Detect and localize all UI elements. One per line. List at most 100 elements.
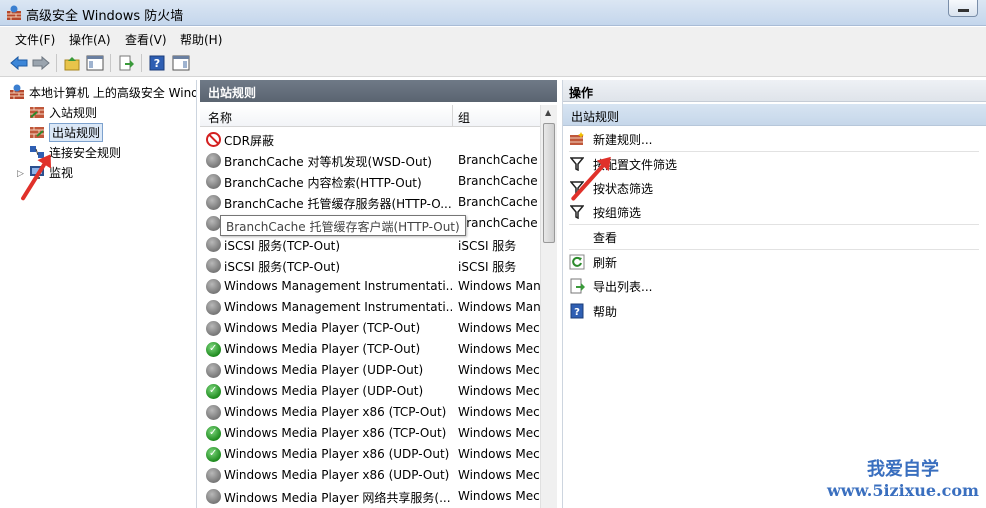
action-label: 刷新 xyxy=(593,255,618,270)
rule-group-cell: Windows Mec xyxy=(458,405,540,419)
show-action-pane-button[interactable] xyxy=(170,52,192,74)
action-export-list[interactable]: 导出列表... xyxy=(569,275,979,297)
export-list-button[interactable] xyxy=(115,52,137,74)
table-row[interactable]: BranchCache 托管缓存服务器(HTTP-O... BranchCache… xyxy=(200,192,540,213)
column-header: 名称 组 xyxy=(200,105,540,127)
forward-button[interactable] xyxy=(30,52,52,74)
inbound-rules-icon xyxy=(30,107,44,118)
action-filter-by-profile[interactable]: 按配置文件筛选 xyxy=(569,153,979,175)
disabled-rule-icon xyxy=(206,489,221,504)
column-divider[interactable] xyxy=(452,105,453,127)
menu-action[interactable]: 操作(A) xyxy=(69,31,111,48)
table-row[interactable]: ✓ Windows Media Player (TCP-Out) Windows M… xyxy=(200,339,540,360)
scroll-thumb[interactable] xyxy=(543,123,555,243)
console-tree-icon xyxy=(86,55,104,71)
table-row[interactable]: iSCSI 服务(TCP-Out) iSCSI 服务 xyxy=(200,255,540,276)
action-filter-by-group[interactable]: 按组筛选 xyxy=(569,201,979,223)
action-label: 按状态筛选 xyxy=(593,181,654,196)
disabled-rule-icon xyxy=(206,468,221,483)
show-tree-button[interactable] xyxy=(84,52,106,74)
minimize-icon xyxy=(958,9,969,12)
table-row[interactable]: BranchCache 对等机发现(WSD-Out) BranchCache - xyxy=(200,150,540,171)
table-row[interactable]: ✓ Windows Media Player x86 (UDP-Out) Windo… xyxy=(200,444,540,465)
scroll-up-icon[interactable]: ▲ xyxy=(545,108,551,117)
table-row[interactable]: Windows Media Player (TCP-Out) Windows Me… xyxy=(200,318,540,339)
menu-file[interactable]: 文件(F) xyxy=(15,31,55,48)
rule-group-cell: BranchCache - xyxy=(458,174,540,188)
rule-group-cell: BranchCache - xyxy=(458,195,540,209)
disabled-rule-icon xyxy=(206,216,221,231)
table-row[interactable]: Windows Media Player x86 (UDP-Out) Window… xyxy=(200,465,540,486)
watermark-line1: 我爱自学 xyxy=(867,459,939,480)
pane-title: 出站规则 xyxy=(200,80,557,102)
disabled-rule-icon xyxy=(206,279,221,294)
toolbar-separator xyxy=(56,54,57,72)
table-row[interactable]: BranchCache 内容检索(HTTP-Out) BranchCache - xyxy=(200,171,540,192)
action-label: 查看 xyxy=(593,230,618,245)
filter-icon xyxy=(569,204,585,220)
rule-name-cell: Windows Media Player x86 (TCP-Out) xyxy=(224,405,447,419)
menu-view[interactable]: 查看(V) xyxy=(125,31,167,48)
enabled-rule-icon: ✓ xyxy=(206,426,221,441)
folder-up-icon xyxy=(64,57,80,71)
table-row[interactable]: Windows Media Player x86 (TCP-Out) Window… xyxy=(200,402,540,423)
table-row[interactable]: Windows Management Instrumentati... Windo… xyxy=(200,297,540,318)
actions-pane: 操作 出站规则 新建规则... 按配置文件筛选 按状态筛选 按组筛选 查看 刷新… xyxy=(562,80,986,508)
table-row[interactable]: Windows Media Player (UDP-Out) Windows Me… xyxy=(200,360,540,381)
up-folder-button[interactable] xyxy=(61,52,83,74)
toolbar: ? xyxy=(0,49,986,77)
table-row[interactable]: iSCSI 服务(TCP-Out) iSCSI 服务 xyxy=(200,234,540,255)
help-icon: ? xyxy=(569,303,585,319)
svg-text:?: ? xyxy=(574,307,580,318)
tree-item-outbound-rules[interactable]: 出站规则 xyxy=(29,122,104,142)
help-button[interactable]: ? xyxy=(146,52,168,74)
disabled-rule-icon xyxy=(206,153,221,168)
vertical-scrollbar[interactable]: ▲ xyxy=(540,105,557,508)
console-tree: 本地计算机 上的高级安全 Windows 入站规则 出站规则 连接安全规则 ▷ … xyxy=(0,80,197,508)
rule-name-cell: BranchCache 对等机发现(WSD-Out) xyxy=(224,155,432,169)
menu-help[interactable]: 帮助(H) xyxy=(180,31,222,48)
actions-section-outbound[interactable]: 出站规则 xyxy=(563,104,986,126)
action-new-rule[interactable]: 新建规则... xyxy=(569,128,979,150)
action-filter-by-state[interactable]: 按状态筛选 xyxy=(569,177,979,199)
action-pane-icon xyxy=(172,55,190,71)
rule-name-cell: Windows Media Player (TCP-Out) xyxy=(224,321,421,335)
action-help[interactable]: ? 帮助 xyxy=(569,300,979,322)
table-row[interactable]: Windows Management Instrumentati... Windo… xyxy=(200,276,540,297)
action-refresh[interactable]: 刷新 xyxy=(569,251,979,273)
tree-item-label: 连接安全规则 xyxy=(49,145,122,160)
rules-list-pane: 出站规则 名称 组 CDR屏蔽 BranchCache 对等机发现(WSD-Out… xyxy=(200,80,557,508)
enabled-rule-icon: ✓ xyxy=(206,342,221,357)
column-name-header[interactable]: 名称 xyxy=(208,109,232,126)
table-row[interactable]: ✓ Windows Media Player (UDP-Out) Windows M… xyxy=(200,381,540,402)
rule-group-cell: Windows Mec xyxy=(458,468,540,482)
action-label: 新建规则... xyxy=(593,132,653,147)
expand-icon[interactable]: ▷ xyxy=(17,169,24,179)
block-rule-icon xyxy=(206,132,221,147)
table-row[interactable]: Windows Media Player 网络共享服务(... Windows M… xyxy=(200,486,540,507)
outbound-rules-icon xyxy=(30,127,44,138)
blank-icon xyxy=(569,229,585,245)
rule-group-cell: Windows Mec xyxy=(458,489,540,503)
disabled-rule-icon xyxy=(206,300,221,315)
column-group-header[interactable]: 组 xyxy=(458,109,470,126)
disabled-rule-icon xyxy=(206,363,221,378)
rule-name-cell: Windows Management Instrumentati... xyxy=(224,279,452,293)
help-icon: ? xyxy=(149,55,165,71)
back-button[interactable] xyxy=(8,52,30,74)
action-separator xyxy=(569,151,979,152)
disabled-rule-icon xyxy=(206,321,221,336)
enabled-rule-icon: ✓ xyxy=(206,447,221,462)
disabled-rule-icon xyxy=(206,174,221,189)
minimize-button[interactable] xyxy=(948,0,978,17)
table-row[interactable]: CDR屏蔽 xyxy=(200,129,540,150)
tree-item-inbound-rules[interactable]: 入站规则 xyxy=(29,102,97,122)
rule-group-cell: iSCSI 服务 xyxy=(458,260,517,274)
table-row[interactable]: ✓ Windows Media Player x86 (TCP-Out) Windo… xyxy=(200,423,540,444)
disabled-rule-icon xyxy=(206,258,221,273)
action-view[interactable]: 查看 xyxy=(569,226,979,248)
disabled-rule-icon xyxy=(206,237,221,252)
enabled-rule-icon: ✓ xyxy=(206,384,221,399)
tree-root[interactable]: 本地计算机 上的高级安全 Windows xyxy=(9,82,196,102)
rule-name-cell: iSCSI 服务(TCP-Out) xyxy=(224,260,341,274)
